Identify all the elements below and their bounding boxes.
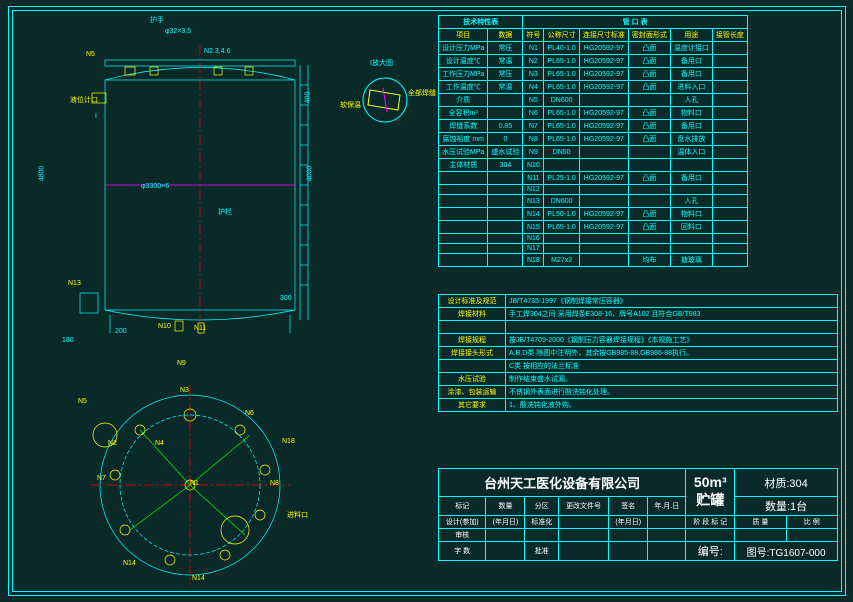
dim-d11: 180: [62, 337, 74, 344]
nozzle-n5: N5: [86, 51, 95, 58]
nozzle-n11: N11: [194, 325, 206, 332]
dim-d4: 护栏: [218, 207, 232, 217]
dim-d3: φ3300×6: [141, 183, 169, 190]
dim-d15: 200: [115, 328, 127, 335]
plan-n9: N9: [177, 360, 186, 367]
notes-table: 设计标准及规范JB/T4735-1997《钢制焊接常压容器》 焊接材料手工焊30…: [438, 294, 838, 412]
dim-d9: 4800: [38, 166, 45, 182]
nozzle-n13: N13: [68, 280, 81, 287]
detail-title: I放大图: [370, 58, 393, 68]
dim-handrail: 护手: [150, 15, 164, 25]
detail-weld: 全部焊缝: [408, 88, 436, 98]
dim-i: I: [95, 113, 97, 120]
dim-liq: 液位计口: [70, 95, 98, 105]
elevation-view: [50, 25, 350, 335]
dim-d8: 400: [304, 92, 311, 104]
dim-d10: 300: [280, 295, 292, 302]
dim-d2: N2.3.4.6: [204, 48, 230, 55]
plan-n3: N3: [180, 387, 189, 394]
nozzle-n10: N10: [158, 323, 171, 330]
title-block: 台州天工医化设备有限公司 50m³贮罐 材质:304 标记数量分区更改文件号签名…: [438, 468, 838, 561]
detail-ins: 软保温: [340, 100, 361, 110]
dim-d7: 4000: [306, 166, 313, 182]
dim-d1: φ32×3.5: [165, 28, 191, 35]
tech-nozzle-table: 技术特性表管 口 表 项目数据 符号公称尺寸连接尺寸标准密封面形式用途接管长度 …: [438, 15, 748, 267]
